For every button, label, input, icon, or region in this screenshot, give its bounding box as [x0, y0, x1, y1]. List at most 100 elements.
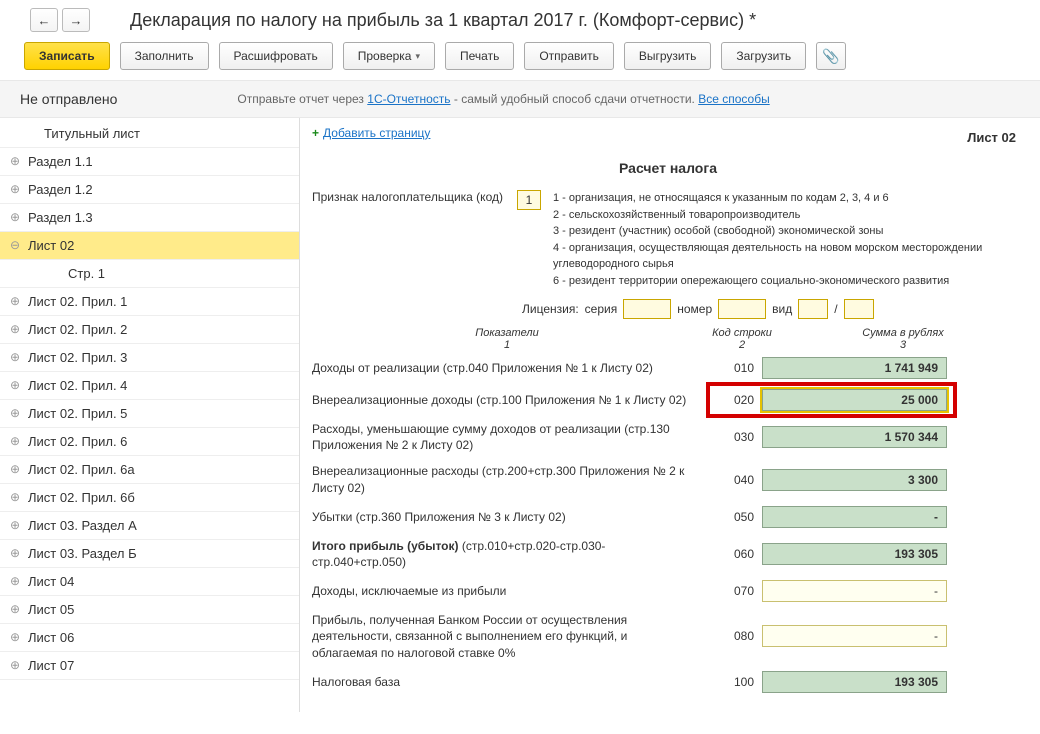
status-hint-mid: - самый удобный способ сдачи отчетности. [454, 92, 698, 106]
tree-item[interactable]: ⊕Раздел 1.2 [0, 176, 299, 204]
tree-item-label: Лист 02. Прил. 3 [28, 350, 127, 365]
license-kind-label: вид [772, 302, 792, 316]
forward-button[interactable]: → [62, 8, 90, 32]
expand-icon[interactable]: ⊕ [10, 210, 22, 222]
status-label: Не отправлено [20, 91, 117, 107]
row-description: Налоговая база [312, 674, 702, 690]
tree-item[interactable]: ⊕ Лист 02. Прил. 4 [0, 372, 299, 400]
column-headers: Показатели1 Код строки2 Сумма в рублях3 [312, 327, 1024, 351]
expand-icon[interactable]: ⊕ [10, 378, 22, 390]
row-value-input[interactable]: 1 570 344 [762, 426, 947, 448]
tree-item[interactable]: ⊕Раздел 1.3 [0, 204, 299, 232]
expand-icon[interactable]: ⊕ [10, 322, 22, 334]
check-button[interactable]: Проверка ▾ [343, 42, 435, 70]
row-value-input[interactable]: 1 741 949 [762, 357, 947, 379]
license-sep: / [834, 302, 837, 316]
decode-button[interactable]: Расшифровать [219, 42, 333, 70]
plus-icon: + [312, 126, 319, 140]
row-description: Прибыль, полученная Банком России от осу… [312, 612, 702, 661]
license-kind-input[interactable] [798, 299, 828, 319]
tree-item[interactable]: ⊕ Лист 05 [0, 596, 299, 624]
license-label: Лицензия: [522, 302, 579, 316]
load-button[interactable]: Загрузить [721, 42, 806, 70]
tree-item[interactable]: ⊕Лист 02. Прил. 6б [0, 484, 299, 512]
tree-item[interactable]: Стр. 1 [0, 260, 299, 288]
tree-item[interactable]: ⊕ Раздел 1.1 [0, 148, 299, 176]
tree-item[interactable]: ⊕ Лист 02. Прил. 6 [0, 428, 299, 456]
expand-icon[interactable]: ⊕ [10, 350, 22, 362]
reporting-link[interactable]: 1С-Отчетность [367, 92, 450, 106]
expand-icon[interactable]: ⊕ [10, 546, 22, 558]
tree-item[interactable]: ⊕ Лист 06 [0, 624, 299, 652]
row-value-input[interactable]: - [762, 580, 947, 602]
all-methods-link[interactable]: Все способы [698, 92, 770, 106]
data-row: Прибыль, полученная Банком России от осу… [312, 612, 1024, 661]
row-code: 040 [702, 473, 762, 487]
tree-item[interactable]: Титульный лист [0, 120, 299, 148]
expand-icon[interactable]: ⊕ [10, 406, 22, 418]
expand-icon[interactable]: ⊕ [10, 574, 22, 586]
section-tree[interactable]: Титульный лист ⊕ Раздел 1.1 ⊕Раздел 1.2⊕Раз… [0, 118, 300, 712]
expand-icon[interactable]: ⊕ [10, 602, 22, 614]
tree-item[interactable]: ⊕Лист 03. Раздел А [0, 512, 299, 540]
row-value-input[interactable]: 193 305 [762, 671, 947, 693]
status-hint-pre: Отправьте отчет через [237, 92, 367, 106]
row-value-input[interactable]: - [762, 506, 947, 528]
print-button[interactable]: Печать [445, 42, 514, 70]
tree-item[interactable]: ⊖ Лист 02 [0, 232, 299, 260]
collapse-icon[interactable]: ⊖ [10, 238, 22, 250]
expand-icon[interactable]: ⊕ [10, 182, 22, 194]
row-description: Доходы от реализации (стр.040 Приложения… [312, 360, 702, 376]
tree-item-label: Раздел 1.1 [28, 154, 93, 169]
expand-icon[interactable]: ⊕ [10, 154, 22, 166]
data-row: Доходы от реализации (стр.040 Приложения… [312, 357, 1024, 379]
expand-icon[interactable]: ⊕ [10, 490, 22, 502]
row-value-input[interactable]: 25 000 [762, 389, 947, 411]
row-value-input[interactable]: 3 300 [762, 469, 947, 491]
tree-item[interactable]: ⊕ Лист 02. Прил. 6а [0, 456, 299, 484]
tree-item-label: Стр. 1 [68, 266, 105, 281]
expand-icon[interactable]: ⊕ [10, 630, 22, 642]
unload-button[interactable]: Выгрузить [624, 42, 712, 70]
tree-item-label: Лист 02. Прил. 6а [28, 462, 135, 477]
write-button[interactable]: Записать [24, 42, 110, 70]
expand-icon[interactable]: ⊕ [10, 434, 22, 446]
expand-icon[interactable]: ⊕ [10, 462, 22, 474]
back-button[interactable]: ← [30, 8, 58, 32]
fill-button[interactable]: Заполнить [120, 42, 209, 70]
tree-item-label: Лист 02 [28, 238, 74, 253]
tree-item[interactable]: ⊕Лист 03. Раздел Б [0, 540, 299, 568]
tree-item-label: Лист 05 [28, 602, 74, 617]
page-title: Декларация по налогу на прибыль за 1 ква… [130, 10, 756, 31]
attach-button[interactable]: 📎 [816, 42, 846, 70]
tree-item-label: Лист 02. Прил. 2 [28, 322, 127, 337]
tree-item-label: Лист 02. Прил. 6 [28, 434, 127, 449]
expand-icon[interactable]: ⊕ [10, 518, 22, 530]
row-description: Итого прибыль (убыток) (стр.010+стр.020-… [312, 538, 702, 570]
tree-item-label: Лист 02. Прил. 5 [28, 406, 127, 421]
tree-item[interactable]: ⊕Лист 02. Прил. 1 [0, 288, 299, 316]
expand-icon[interactable]: ⊕ [10, 294, 22, 306]
tree-item[interactable]: ⊕ Лист 02. Прил. 2 [0, 316, 299, 344]
row-value-input[interactable]: 193 305 [762, 543, 947, 565]
tree-item[interactable]: ⊕ Лист 02. Прил. 5 [0, 400, 299, 428]
add-page-link[interactable]: + Добавить страницу [312, 126, 1024, 140]
send-button[interactable]: Отправить [524, 42, 614, 70]
row-description: Внереализационные доходы (стр.100 Прилож… [312, 392, 702, 408]
tree-item[interactable]: ⊕Лист 07 [0, 652, 299, 680]
row-code: 080 [702, 629, 762, 643]
add-page-label: Добавить страницу [323, 126, 430, 140]
expand-icon[interactable]: ⊕ [10, 658, 22, 670]
license-number-input[interactable] [718, 299, 766, 319]
tree-item-label: Лист 02. Прил. 4 [28, 378, 127, 393]
tree-item-label: Лист 06 [28, 630, 74, 645]
tree-item[interactable]: ⊕Лист 04 [0, 568, 299, 596]
row-value-input[interactable]: - [762, 625, 947, 647]
status-hint: Отправьте отчет через 1С-Отчетность - са… [237, 92, 769, 106]
tree-item[interactable]: ⊕ Лист 02. Прил. 3 [0, 344, 299, 372]
taxpayer-code-input[interactable]: 1 [517, 190, 541, 210]
license-kind2-input[interactable] [844, 299, 874, 319]
taxpayer-hint-line: 2 - сельскохозяйственный товаропроизводи… [553, 207, 1024, 224]
data-row: Налоговая база100193 305 [312, 671, 1024, 693]
license-series-input[interactable] [623, 299, 671, 319]
